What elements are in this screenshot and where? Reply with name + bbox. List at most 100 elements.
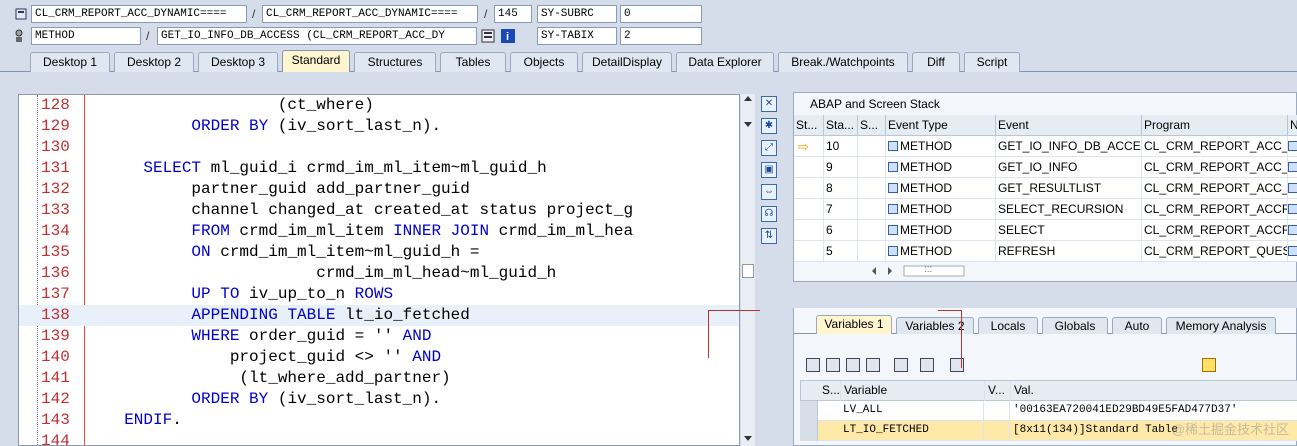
tab-data-explorer[interactable]: Data Explorer [676,52,774,72]
code-line[interactable]: 140 project_guid <> '' AND [19,347,739,368]
tab-globals[interactable]: Globals [1042,317,1108,334]
event-type-field[interactable]: METHOD [31,27,141,45]
navigate-icon[interactable] [1288,141,1297,151]
code-line[interactable]: 139 WHERE order_guid = '' AND [19,326,739,347]
method-field[interactable]: GET_IO_INFO_DB_ACCESS (CL_CRM_REPORT_ACC… [157,27,477,45]
tab-desktop-1[interactable]: Desktop 1 [30,52,110,72]
code-line[interactable]: 137 UP TO iv_up_to_n ROWS [19,284,739,305]
variable-name[interactable]: LV_ALL [840,401,984,421]
row-selector[interactable] [800,401,818,421]
col-header[interactable]: Event [996,115,1142,136]
scroll-down-arrow-icon[interactable] [744,122,752,127]
replace-tool-icon[interactable]: ⇅ [761,228,777,244]
code-line[interactable]: 135 ON crmd_im_ml_item~ml_guid_h = [19,242,739,263]
col-header[interactable]: Val. [1011,381,1297,401]
code-line[interactable]: 131 SELECT ml_guid_i crmd_im_ml_item~ml_… [19,158,739,179]
tab-objects[interactable]: Objects [510,52,578,72]
tab-memory-analysis[interactable]: Memory Analysis [1166,317,1276,334]
tab-tables[interactable]: Tables [440,52,506,72]
detail-icon[interactable] [826,358,840,372]
code-line[interactable]: 132 partner_guid add_partner_guid [19,179,739,200]
save-icon[interactable] [1202,358,1216,372]
code-line[interactable]: 130 [19,137,739,158]
scroll-thumb[interactable] [742,264,754,278]
variable-value[interactable]: '00163EA720041ED29BD49E5FAD477D37' [1010,401,1297,421]
scroll-down-arrow-icon[interactable] [744,436,752,441]
export-icon[interactable] [866,358,880,372]
variable-row[interactable]: LV_ALL '00163EA720041ED29BD49E5FAD477D37' [800,401,1297,421]
tab-structures[interactable]: Structures [354,52,436,72]
info-icon[interactable]: i [501,29,515,43]
code-line[interactable]: 142 ORDER BY (iv_sort_last_n). [19,389,739,410]
close-tool-icon[interactable]: ✕ [761,96,777,112]
stack-row[interactable]: 7 METHOD SELECT_RECURSION CL_CRM_REPORT_ACC… [794,199,1297,220]
fullscreen-icon[interactable]: ▣ [761,162,777,178]
code-line[interactable]: 133 channel changed_at created_at status… [19,200,739,221]
code-line[interactable]: 144 [19,431,739,445]
col-header[interactable]: Event Type [886,115,996,136]
new-tool-icon[interactable]: ✱ [761,118,777,134]
line-number-field[interactable]: 145 [494,5,532,23]
navigate-icon[interactable] [920,358,934,372]
source-editor[interactable]: 128 (ct_where) 129 ORDER BY (iv_sort_last… [18,94,740,446]
col-header[interactable]: St... [794,115,824,136]
code-line[interactable]: 128 (ct_where) [19,95,739,116]
hierarchy-icon[interactable] [894,358,908,372]
col-header[interactable]: Sta... [824,115,858,136]
sy-field-name[interactable]: SY-SUBRC [537,5,617,23]
tab-detaildisplay[interactable]: DetailDisplay [582,52,672,72]
col-header[interactable]: N [1288,115,1297,136]
delete-icon[interactable] [806,358,820,372]
stack-row[interactable]: 6 METHOD SELECT CL_CRM_REPORT_ACCR... [794,220,1297,241]
stack-hscroll[interactable]: ::: [868,264,978,278]
col-header[interactable]: V... [985,381,1011,401]
tab-script[interactable]: Script [964,52,1020,72]
maximize-icon[interactable]: ⤢ [761,140,777,156]
tab-watchpoints[interactable]: Break./Watchpoints [778,52,908,72]
editor-vertical-scrollbar[interactable] [741,94,755,446]
stack-row[interactable]: 5 METHOD REFRESH CL_CRM_REPORT_QUES... [794,241,1297,262]
navigate-icon[interactable] [1288,183,1297,193]
class-field-2[interactable]: CL_CRM_REPORT_ACC_DYNAMIC==== [262,5,478,23]
stack-row[interactable]: ⇨ 10 METHOD GET_IO_INFO_DB_ACCE... CL_CRM_RE… [794,136,1297,157]
scroll-up-arrow-icon[interactable] [744,96,752,101]
code-line[interactable]: 129 ORDER BY (iv_sort_last_n). [19,116,739,137]
line-number: 135 [41,243,70,261]
tab-standard[interactable]: Standard [282,50,350,72]
services-icon[interactable]: ☊ [761,206,777,222]
tab-variables-1[interactable]: Variables 1 [816,315,892,334]
variable-name[interactable]: LT_IO_FETCHED [840,421,984,441]
code-line[interactable]: 143 ENDIF. [19,410,739,431]
tab-auto[interactable]: Auto [1112,317,1162,334]
display-source-icon[interactable] [481,29,495,43]
navigate-icon[interactable] [1288,204,1297,214]
code-text: ORDER BY (iv_sort_last_n). [105,116,441,137]
code-line[interactable]: 136 crmd_im_ml_head~ml_guid_h [19,263,739,284]
code-text: project_guid <> '' AND [105,347,441,368]
navigate-icon[interactable] [1288,162,1297,172]
stack-row[interactable]: 9 METHOD GET_IO_INFO CL_CRM_REPORT_ACC_... [794,157,1297,178]
tab-diff[interactable]: Diff [912,52,960,72]
code-line[interactable]: 141 (lt_where_add_partner) [19,368,739,389]
tab-desktop-2[interactable]: Desktop 2 [114,52,194,72]
sy-field-name-2[interactable]: SY-TABIX [537,27,617,45]
swap-icon[interactable]: ⇔ [761,184,777,200]
navigate-icon[interactable] [1288,225,1297,235]
row-selector[interactable] [800,421,818,441]
code-line[interactable]: 134 FROM crmd_im_ml_item INNER JOIN crmd… [19,221,739,242]
code-line[interactable]: 138 APPENDING TABLE lt_io_fetched [19,305,739,326]
class-field-1[interactable]: CL_CRM_REPORT_ACC_DYNAMIC==== [31,5,247,23]
navigate-icon[interactable] [1288,246,1297,256]
col-header[interactable]: Variable [841,381,985,401]
tab-variables-2[interactable]: Variables 2 [896,317,974,334]
stack-row[interactable]: 8 METHOD GET_RESULTLIST CL_CRM_REPORT_ACC_.… [794,178,1297,199]
list-icon[interactable] [846,358,860,372]
col-header[interactable]: S... [819,381,841,401]
col-header[interactable]: S... [858,115,886,136]
tab-locals[interactable]: Locals [978,317,1038,334]
tab-desktop-3[interactable]: Desktop 3 [198,52,278,72]
code-text: FROM crmd_im_ml_item INNER JOIN crmd_im_… [105,221,633,242]
col-header[interactable]: Program [1142,115,1288,136]
sy-field-value[interactable]: 0 [620,5,702,23]
sy-field-value-2[interactable]: 2 [620,27,702,45]
